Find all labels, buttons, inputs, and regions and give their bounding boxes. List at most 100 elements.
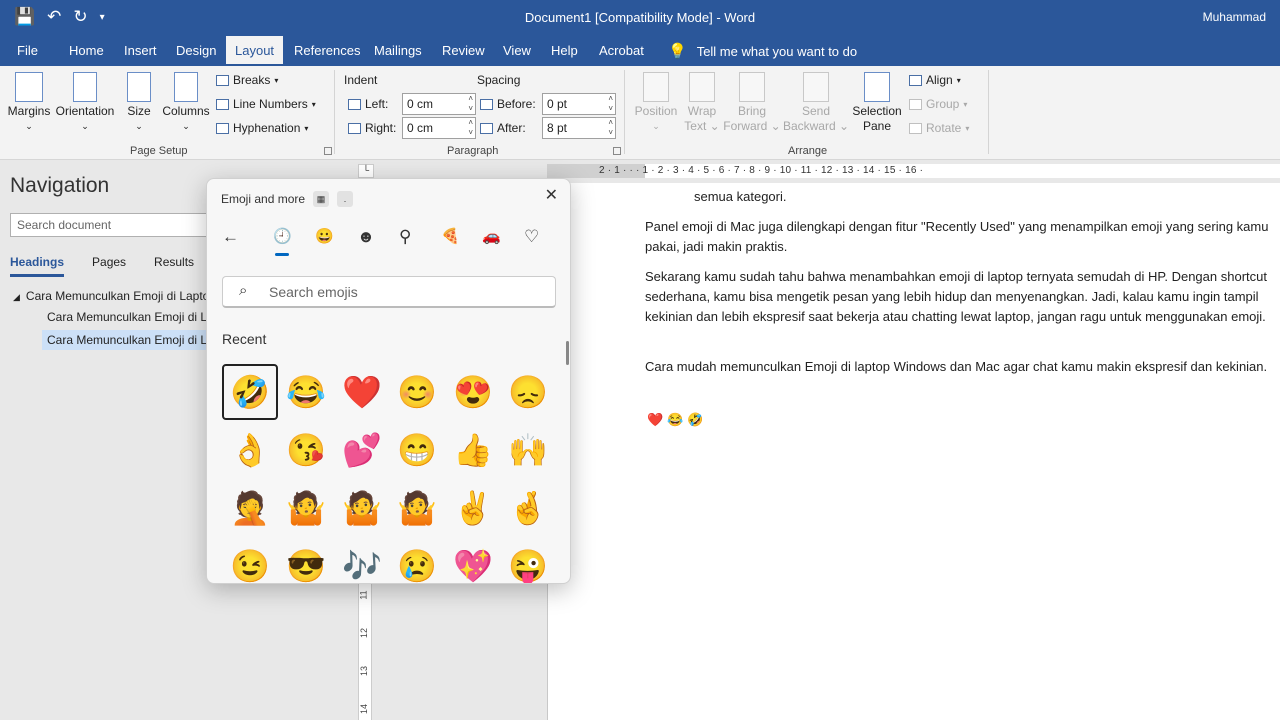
grid-icon[interactable]: ▦ <box>313 191 330 207</box>
wrap-text-button[interactable]: Wrap Text ⌄ <box>682 72 722 134</box>
heading-item-selected[interactable]: Cara Memunculkan Emoji di Laptop <box>42 330 208 350</box>
tab-references[interactable]: References <box>294 43 360 58</box>
hyphenation-button[interactable]: Hyphenation ▾ <box>216 121 308 135</box>
send-backward-button[interactable]: Send Backward ⌄ <box>782 72 850 134</box>
emoji-button[interactable]: 🤣 <box>222 364 278 420</box>
bring-forward-button[interactable]: Bring Forward ⌄ <box>722 72 782 134</box>
emoji-button[interactable]: 😎 <box>278 538 334 583</box>
send-backward-icon <box>803 72 829 102</box>
document-paragraph[interactable]: semua kategori. <box>694 187 1280 207</box>
smiley-icon[interactable]: 😀 <box>315 227 334 245</box>
spin-arrows-icon[interactable]: ˄ ˅ <box>468 118 473 138</box>
celebration-icon[interactable]: ⚲ <box>399 227 411 247</box>
size-button[interactable]: Size ⌄ <box>124 72 154 134</box>
spin-arrows-icon[interactable]: ˄ ˅ <box>608 118 613 138</box>
selection-pane-button[interactable]: Selection Pane <box>850 72 904 134</box>
emoji-picker-panel: Emoji and more ▦ . ✕ ← 🕘 😀 ☻ ⚲ 🍕 🚗 ♡ ⌕ S… <box>206 178 571 584</box>
spin-arrows-icon[interactable]: ˄ ˅ <box>468 94 473 114</box>
emoji-button[interactable]: 👌 <box>222 422 278 478</box>
search-document-input[interactable]: Search document <box>10 213 230 237</box>
heading-item[interactable]: ◢ Cara Memunculkan Emoji di Laptop <box>13 289 208 303</box>
document-paragraph[interactable]: Cara mudah memunculkan Emoji di laptop W… <box>645 357 1270 377</box>
emoji-button[interactable]: 😊 <box>389 364 445 420</box>
recent-section-label: Recent <box>222 331 267 347</box>
horizontal-ruler: 2 · 1 · · · 1 · 2 · 3 · 4 · 5 · 6 · 7 · … <box>547 160 1280 183</box>
emoji-button[interactable]: 😉 <box>222 538 278 583</box>
page-setup-group-label: Page Setup <box>130 145 188 157</box>
emoji-button[interactable]: 😍 <box>445 364 501 420</box>
ruler-number: 11 <box>358 590 369 600</box>
emoji-button[interactable]: 🤦 <box>222 480 278 536</box>
emoji-button[interactable]: 👍 <box>445 422 501 478</box>
align-button[interactable]: Align ▾ <box>909 73 961 87</box>
spacing-after-input[interactable]: 8 pt ˄ ˅ <box>542 117 616 139</box>
travel-icon[interactable]: 🚗 <box>482 227 501 245</box>
group-button[interactable]: Group ▾ <box>909 97 967 111</box>
emoji-button[interactable]: 💖 <box>445 538 501 583</box>
tell-me-box[interactable]: 💡 Tell me what you want to do <box>668 42 857 60</box>
emoji-button[interactable]: 💕 <box>334 422 390 478</box>
emoji-button[interactable]: 😘 <box>278 422 334 478</box>
tab-home[interactable]: Home <box>69 43 104 58</box>
recent-icon[interactable]: 🕘 <box>273 227 292 256</box>
document-paragraph[interactable]: Panel emoji di Mac juga dilengkapi denga… <box>645 217 1270 257</box>
document-page[interactable] <box>547 183 1280 720</box>
picker-scrollbar[interactable] <box>566 341 569 365</box>
chevron-down-icon: ▾ <box>956 75 961 85</box>
people-icon[interactable]: ☻ <box>357 227 375 247</box>
tab-review[interactable]: Review <box>442 43 485 58</box>
tab-headings[interactable]: Headings <box>10 255 65 277</box>
spin-arrows-icon[interactable]: ˄ ˅ <box>608 94 613 114</box>
document-paragraph[interactable]: Sekarang kamu sudah tahu bahwa menambahk… <box>645 267 1270 327</box>
emoji-button[interactable]: 😜 <box>500 538 556 583</box>
food-icon[interactable]: 🍕 <box>441 227 460 245</box>
emoji-button[interactable]: 🤞 <box>500 480 556 536</box>
spacing-before-input[interactable]: 0 pt ˄ ˅ <box>542 93 616 115</box>
emoji-button[interactable]: 😁 <box>389 422 445 478</box>
ruler-tab-selector[interactable]: └ <box>358 164 374 178</box>
search-emojis-input[interactable]: ⌕ Search emojis <box>222 276 556 308</box>
tab-pages[interactable]: Pages <box>92 255 126 277</box>
emoji-button[interactable]: ✌️ <box>445 480 501 536</box>
back-icon[interactable]: ← <box>222 227 239 247</box>
inline-emoji-row[interactable]: ❤️ 😂 🤣 <box>647 412 704 428</box>
tab-insert[interactable]: Insert <box>124 43 157 58</box>
indent-right-input[interactable]: 0 cm ˄ ˅ <box>402 117 476 139</box>
tab-mailings[interactable]: Mailings <box>374 43 422 58</box>
indent-label: Indent <box>344 73 378 87</box>
margins-button[interactable]: Margins ⌄ <box>6 72 52 134</box>
emoji-button[interactable]: 😂 <box>278 364 334 420</box>
heading-item[interactable]: Cara Memunculkan Emoji di Laptop <box>47 310 207 324</box>
chevron-down-icon: ▾ <box>274 75 279 85</box>
emoji-button[interactable]: 😢 <box>389 538 445 583</box>
position-button[interactable]: Position ⌄ <box>632 72 680 134</box>
user-name[interactable]: Muhammad <box>1203 10 1266 24</box>
tab-acrobat[interactable]: Acrobat <box>599 43 644 58</box>
columns-icon <box>174 72 198 102</box>
tab-design[interactable]: Design <box>176 43 216 58</box>
emoji-button[interactable]: 🎶 <box>334 538 390 583</box>
tab-view[interactable]: View <box>503 43 531 58</box>
tab-help[interactable]: Help <box>551 43 578 58</box>
breaks-button[interactable]: Breaks ▾ <box>216 73 278 87</box>
collapse-triangle-icon[interactable]: ◢ <box>13 292 20 302</box>
rotate-button[interactable]: Rotate ▾ <box>909 121 969 135</box>
emoji-button[interactable]: 🤷 <box>278 480 334 536</box>
tab-file[interactable]: File <box>17 43 38 58</box>
paragraph-launcher-icon[interactable] <box>613 147 621 155</box>
emoji-button[interactable]: 🤷 <box>334 480 390 536</box>
emoji-button[interactable]: ❤️ <box>334 364 390 420</box>
line-numbers-button[interactable]: Line Numbers ▾ <box>216 97 316 111</box>
indent-left-input[interactable]: 0 cm ˄ ˅ <box>402 93 476 115</box>
emoji-button[interactable]: 😞 <box>500 364 556 420</box>
dot-icon[interactable]: . <box>337 191 354 207</box>
emoji-button[interactable]: 🙌 <box>500 422 556 478</box>
tab-results[interactable]: Results <box>154 255 194 277</box>
emoji-button[interactable]: 🤷 <box>389 480 445 536</box>
tab-layout[interactable]: Layout <box>226 36 284 66</box>
columns-button[interactable]: Columns ⌄ <box>160 72 212 134</box>
orientation-button[interactable]: Orientation ⌄ <box>54 72 116 134</box>
page-setup-launcher-icon[interactable] <box>324 147 332 155</box>
heart-icon[interactable]: ♡ <box>524 227 539 247</box>
close-icon[interactable]: ✕ <box>545 185 558 205</box>
